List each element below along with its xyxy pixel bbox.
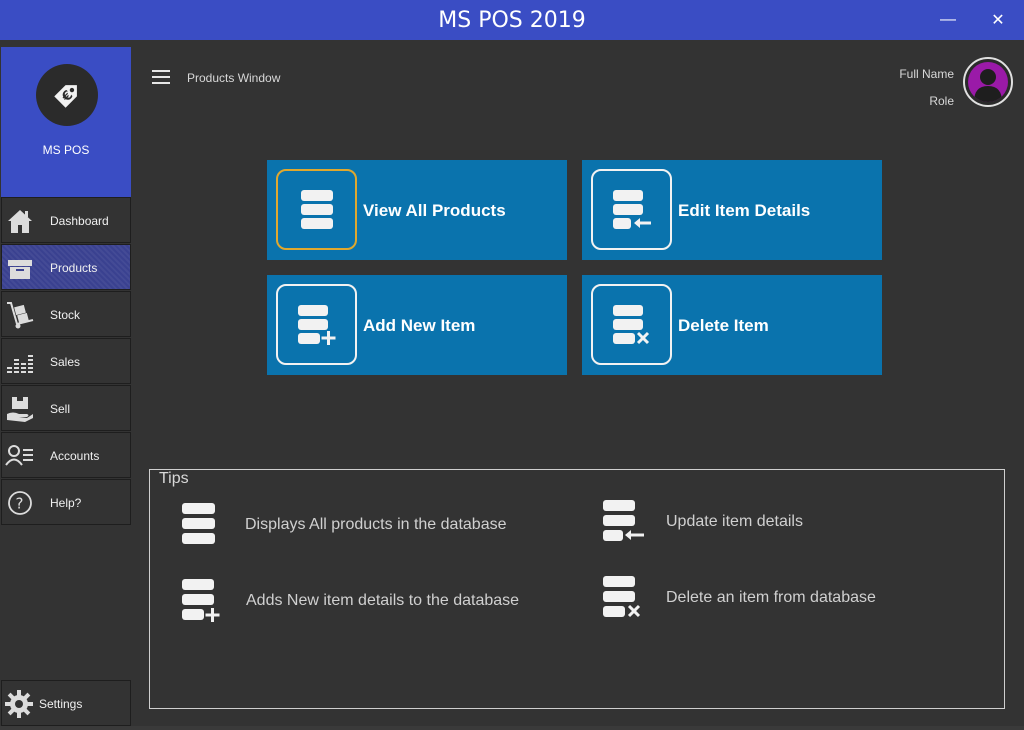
database-list-icon bbox=[182, 503, 215, 544]
sidebar-item-label: Stock bbox=[50, 308, 81, 322]
home-icon bbox=[8, 210, 32, 233]
sidebar-item-label: Settings bbox=[39, 697, 83, 711]
view-all-products-button[interactable]: View All Products bbox=[267, 160, 567, 260]
database-edit-icon bbox=[603, 500, 644, 541]
sidebar-item-dashboard[interactable]: Dashboard bbox=[1, 197, 131, 243]
user-list-icon bbox=[5, 445, 33, 466]
tip-text: Adds New item details to the database bbox=[246, 592, 520, 609]
sidebar-item-stock[interactable]: Stock bbox=[1, 291, 131, 337]
sidebar-item-accounts[interactable]: Accounts bbox=[1, 432, 131, 478]
sidebar-item-label: Sales bbox=[50, 355, 81, 369]
hand-truck-icon bbox=[7, 302, 34, 329]
window-title: MS POS 2019 bbox=[438, 8, 586, 33]
tile-label: Edit Item Details bbox=[678, 201, 811, 220]
sidebar-item-sell[interactable]: Sell bbox=[1, 385, 131, 431]
close-button[interactable]: ✕ bbox=[978, 6, 1018, 34]
tile-label: Add New Item bbox=[363, 316, 476, 335]
sidebar-item-label: Products bbox=[50, 261, 98, 275]
close-icon: ✕ bbox=[991, 12, 1005, 29]
sidebar-item-products[interactable]: Products bbox=[1, 244, 131, 290]
sidebar-item-label: Help? bbox=[50, 496, 82, 510]
edit-item-details-button[interactable]: Edit Item Details bbox=[582, 160, 882, 260]
tile-label: View All Products bbox=[363, 201, 506, 220]
page-title: Products Window bbox=[187, 71, 281, 85]
gear-icon bbox=[5, 690, 33, 718]
brand-name: MS POS bbox=[42, 143, 90, 157]
sidebar-item-sales[interactable]: Sales bbox=[1, 338, 131, 384]
tips-panel bbox=[149, 469, 1005, 709]
user-icon bbox=[968, 62, 1008, 102]
sidebar-item-label: Sell bbox=[50, 402, 71, 416]
sidebar-item-help[interactable]: ? Help? bbox=[1, 479, 131, 525]
tips-title: Tips bbox=[155, 470, 193, 488]
title-bar: MS POS 2019 — ✕ bbox=[0, 0, 1024, 40]
database-list-icon bbox=[276, 169, 357, 250]
minimize-icon: — bbox=[940, 11, 956, 28]
delete-item-button[interactable]: Delete Item bbox=[582, 275, 882, 375]
avatar[interactable] bbox=[963, 57, 1013, 107]
sidebar: € MS POS Dashboard Products Stock Sales … bbox=[0, 40, 132, 730]
tip-text: Displays All products in the database bbox=[245, 516, 507, 533]
menu-toggle-button[interactable] bbox=[152, 70, 170, 86]
database-add-icon bbox=[276, 284, 357, 365]
database-delete-icon bbox=[591, 284, 672, 365]
database-edit-icon bbox=[591, 169, 672, 250]
svg-text:?: ? bbox=[16, 495, 24, 513]
box-icon bbox=[8, 260, 32, 279]
price-tag-euro-icon: € bbox=[36, 64, 98, 126]
user-role: Role bbox=[929, 94, 954, 108]
question-icon: ? bbox=[8, 491, 32, 515]
database-add-icon bbox=[182, 579, 220, 622]
taskbar-edge bbox=[0, 726, 1024, 730]
user-full-name: Full Name bbox=[899, 67, 954, 81]
hand-box-icon bbox=[7, 397, 33, 422]
brand-panel: € MS POS bbox=[1, 47, 131, 197]
minimize-button[interactable]: — bbox=[928, 6, 968, 34]
bar-chart-icon bbox=[7, 355, 33, 373]
tile-label: Delete Item bbox=[678, 316, 769, 335]
add-new-item-button[interactable]: Add New Item bbox=[267, 275, 567, 375]
database-delete-icon bbox=[603, 576, 641, 618]
sidebar-item-settings[interactable]: Settings bbox=[1, 680, 131, 726]
sidebar-item-label: Accounts bbox=[50, 449, 100, 463]
sidebar-item-label: Dashboard bbox=[50, 214, 109, 228]
hamburger-icon bbox=[152, 70, 170, 72]
tip-text: Update item details bbox=[666, 513, 803, 530]
tip-text: Delete an item from database bbox=[666, 589, 876, 606]
